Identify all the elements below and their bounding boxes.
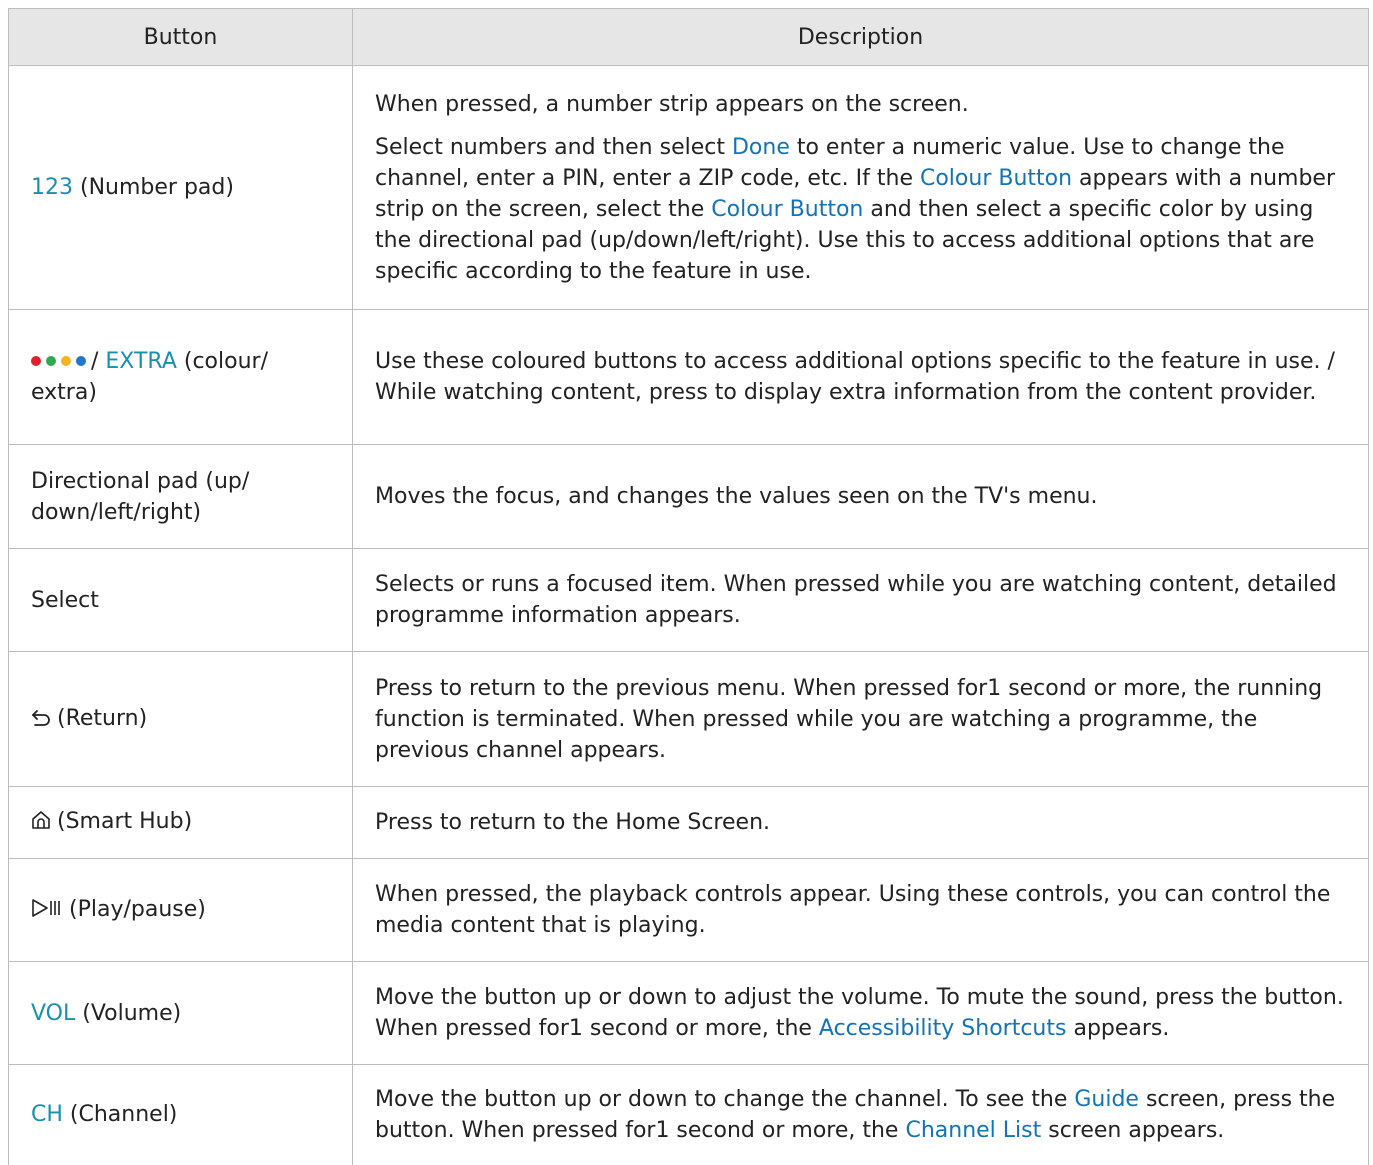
table-row: 123 (Number pad) When pressed, a number … — [8, 65, 1369, 310]
description-paragraph: When pressed, a number strip appears on … — [375, 91, 969, 117]
description-cell: Move the button up or down to change the… — [352, 1064, 1369, 1165]
table-row: VOL (Volume) Move the button up or down … — [8, 961, 1369, 1065]
column-header-description: Description — [352, 8, 1369, 66]
keyword-channel-list: Channel List — [905, 1117, 1042, 1143]
return-icon — [31, 705, 51, 736]
table-row: Directional pad (up/ down/left/right) Mo… — [8, 444, 1369, 549]
table-row: (Smart Hub) Press to return to the Home … — [8, 786, 1369, 859]
button-cell: Directional pad (up/ down/left/right) — [8, 444, 353, 549]
description-cell: Press to return to the Home Screen. — [352, 786, 1369, 859]
button-key-label: 123 — [31, 175, 73, 200]
button-cell: (Play/pause) — [8, 858, 353, 962]
keyword-guide: Guide — [1074, 1086, 1139, 1112]
text-span: Move the button up or down to change the… — [375, 1086, 1075, 1112]
keyword-accessibility-shortcuts: Accessibility Shortcuts — [818, 1016, 1067, 1041]
keyword-done: Done — [731, 134, 790, 160]
button-key-label: VOL — [31, 1000, 76, 1026]
text-span: screen appears. — [1041, 1117, 1225, 1143]
button-label: (Play/pause) — [69, 896, 206, 922]
description-cell: Selects or runs a focused item. When pre… — [352, 548, 1369, 652]
button-key-label: CH — [31, 1102, 63, 1128]
table-row: / EXTRA (colour/ extra) Use these colour… — [8, 309, 1369, 445]
text-span: Select numbers and then select — [375, 134, 732, 160]
table-row: (Play/pause) When pressed, the playback … — [8, 858, 1369, 962]
blue-dot-icon — [76, 356, 86, 366]
button-cell: CH (Channel) — [8, 1064, 353, 1165]
table-row: (Return) Press to return to the previous… — [8, 651, 1369, 787]
description-paragraph: Select numbers and then select Done to e… — [375, 132, 1346, 287]
button-cell: (Smart Hub) — [8, 786, 353, 859]
description-cell: Moves the focus, and changes the values … — [352, 444, 1369, 549]
description-cell: When pressed, a number strip appears on … — [352, 65, 1369, 310]
button-label: (Channel) — [62, 1102, 178, 1128]
button-cell: (Return) — [8, 651, 353, 787]
yellow-dot-icon — [61, 356, 71, 366]
red-dot-icon — [31, 356, 41, 366]
description-cell: Use these coloured buttons to access add… — [352, 309, 1369, 445]
description-cell: Move the button up or down to adjust the… — [352, 961, 1369, 1065]
table-row: Select Selects or runs a focused item. W… — [8, 548, 1369, 652]
remote-buttons-table: Button Description 123 (Number pad) When… — [8, 8, 1369, 1165]
button-label: (Number pad) — [73, 175, 234, 200]
text-span: appears. — [1066, 1016, 1170, 1041]
keyword-colour-button: Colour Button — [711, 196, 864, 222]
button-key-label: EXTRA — [105, 349, 177, 374]
button-cell: Select — [8, 548, 353, 652]
table-header-row: Button Description — [8, 8, 1369, 66]
play-pause-icon — [31, 896, 63, 927]
button-label: (Smart Hub) — [57, 809, 193, 834]
button-cell: VOL (Volume) — [8, 961, 353, 1065]
button-label: (Return) — [57, 705, 148, 731]
table-row: CH (Channel) Move the button up or down … — [8, 1064, 1369, 1165]
home-icon — [31, 808, 51, 839]
separator-label: / — [91, 349, 106, 374]
button-label: (Volume) — [75, 1000, 182, 1026]
green-dot-icon — [46, 356, 56, 366]
button-cell: / EXTRA (colour/ extra) — [8, 309, 353, 445]
description-cell: When pressed, the playback controls appe… — [352, 858, 1369, 962]
column-header-button: Button — [8, 8, 353, 66]
description-cell: Press to return to the previous menu. Wh… — [352, 651, 1369, 787]
button-cell: 123 (Number pad) — [8, 65, 353, 310]
keyword-colour-button: Colour Button — [919, 165, 1073, 191]
